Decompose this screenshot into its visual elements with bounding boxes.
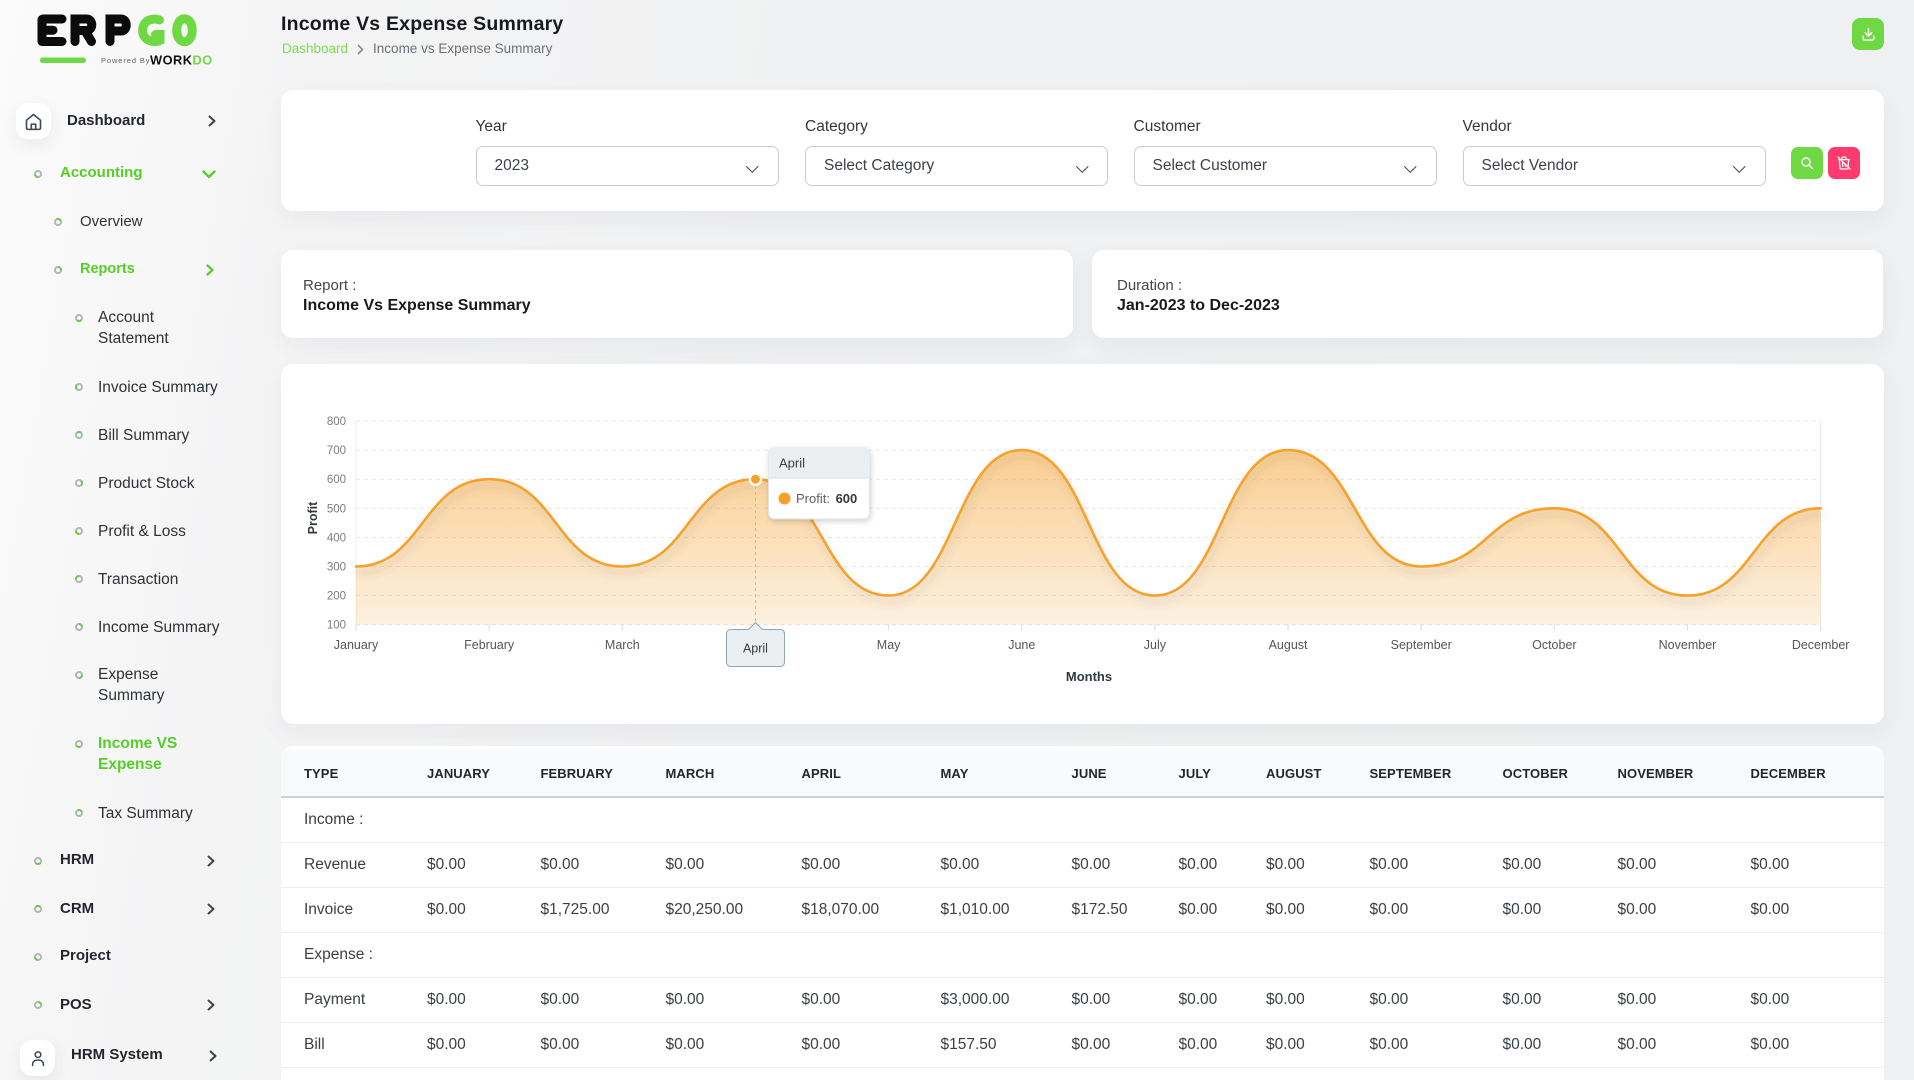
svg-text:April: April	[779, 456, 805, 471]
svg-text:300: 300	[327, 562, 346, 574]
svg-text:October: October	[1532, 638, 1576, 652]
svg-text:500: 500	[327, 503, 346, 515]
svg-text:March: March	[605, 638, 640, 652]
svg-text:September: September	[1391, 638, 1452, 652]
svg-text:Powered By: Powered By	[101, 56, 150, 65]
svg-text:800: 800	[327, 416, 346, 428]
svg-text:July: July	[1144, 638, 1167, 652]
svg-text:200: 200	[327, 591, 346, 603]
svg-text:February: February	[464, 638, 515, 652]
svg-text:January: January	[334, 638, 379, 652]
svg-text:May: May	[877, 638, 901, 652]
svg-text:June: June	[1008, 638, 1035, 652]
svg-text:August: August	[1269, 638, 1308, 652]
svg-text:700: 700	[327, 445, 346, 457]
svg-text:100: 100	[327, 620, 346, 632]
svg-text:Months: Months	[1066, 669, 1112, 684]
svg-text:600: 600	[327, 474, 346, 486]
svg-text:Profit: Profit	[306, 501, 320, 534]
svg-text:April: April	[743, 642, 768, 656]
svg-text:Profit: 600: Profit: 600	[796, 491, 857, 506]
svg-text:WORKDO: WORKDO	[150, 53, 213, 67]
svg-text:December: December	[1792, 638, 1850, 652]
svg-text:November: November	[1659, 638, 1717, 652]
svg-text:400: 400	[327, 532, 346, 544]
